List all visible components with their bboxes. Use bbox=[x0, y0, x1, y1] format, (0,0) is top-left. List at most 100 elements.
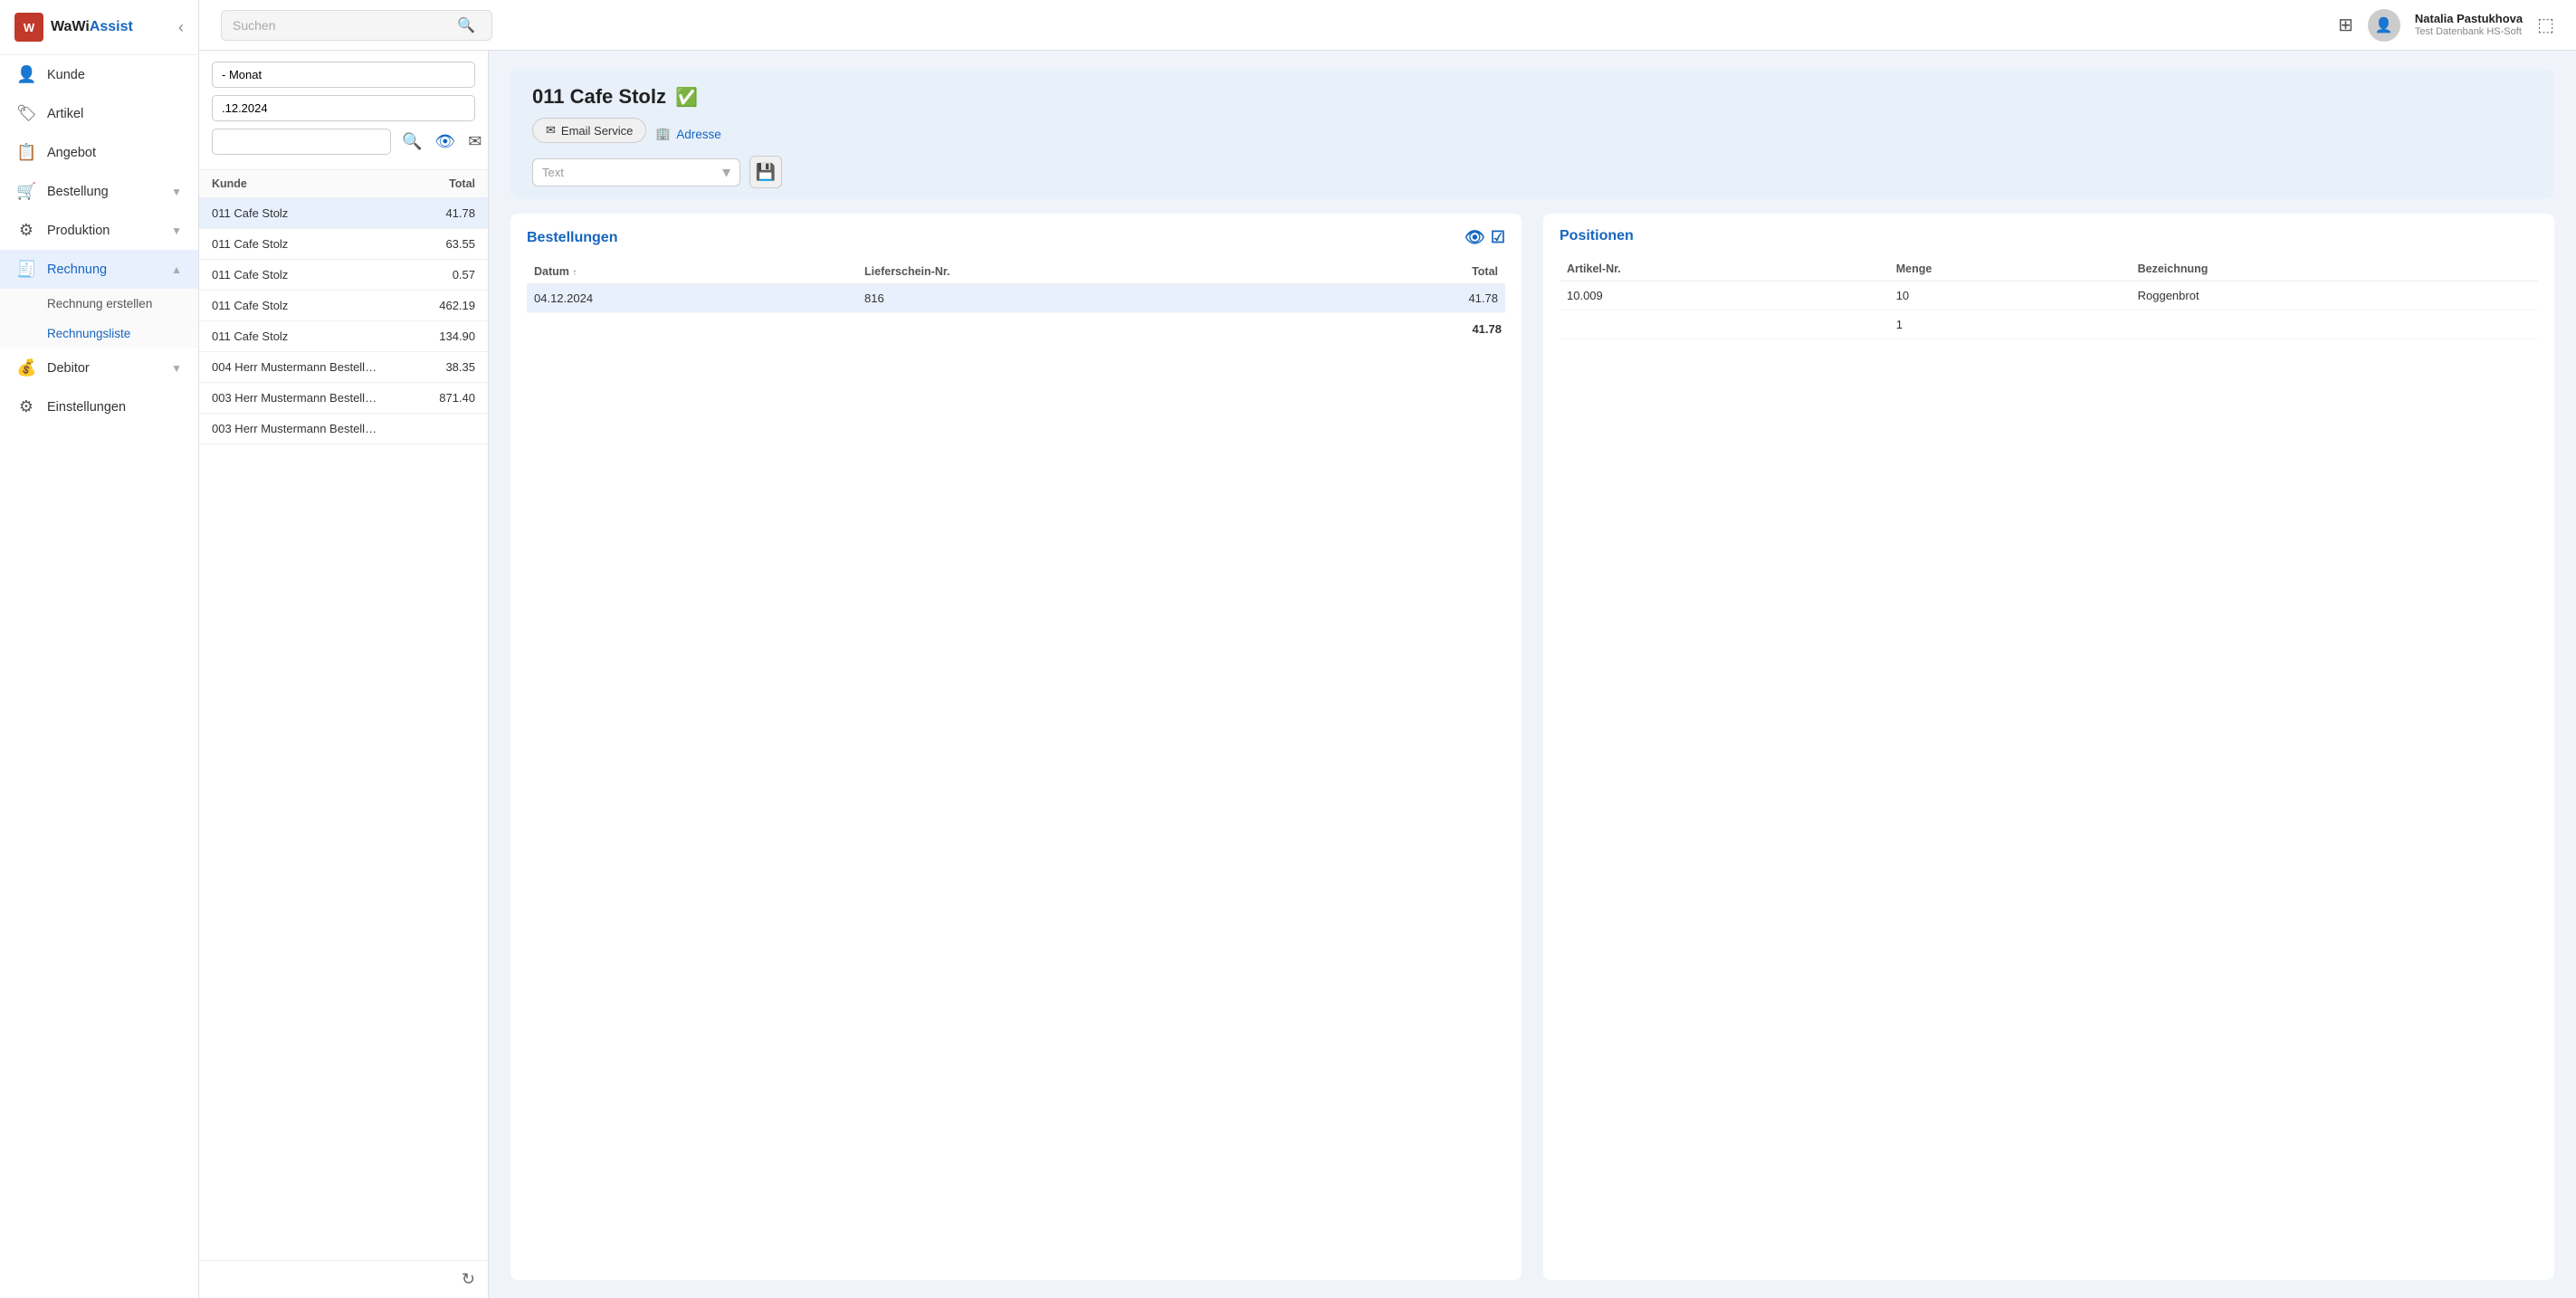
list-row[interactable]: 003 Herr Mustermann Bestell… bbox=[199, 414, 488, 444]
cell-artikel-nr: 10.009 bbox=[1560, 282, 1889, 310]
main-area: 🔍 👁 ✉ ⋮ Kunde Total 011 Cafe Stolz41.780… bbox=[199, 51, 2576, 1298]
sidebar-label-angebot: Angebot bbox=[47, 146, 96, 160]
list-row[interactable]: 004 Herr Mustermann Bestell…38.35 bbox=[199, 352, 488, 383]
cell-bezeichnung: Roggenbrot bbox=[2131, 282, 2538, 310]
cell-lieferschein: 816 bbox=[857, 284, 1307, 313]
bestellungen-footer: 41.78 bbox=[527, 322, 1505, 336]
debitor-chevron: ▼ bbox=[171, 362, 182, 375]
produktion-icon: ⚙ bbox=[16, 221, 36, 240]
rechnung-erstellen-label: Rechnung erstellen bbox=[47, 297, 152, 310]
rechnung-chevron: ▲ bbox=[171, 263, 182, 276]
filter-monat-input[interactable] bbox=[212, 62, 475, 88]
list-row-total: 871.40 bbox=[403, 391, 475, 405]
positionen-table: Artikel-Nr. Menge Bezeichnung 10.00910Ro… bbox=[1560, 257, 2538, 339]
address-link[interactable]: 🏢 Adresse bbox=[655, 127, 720, 141]
list-footer: ↻ bbox=[199, 1260, 488, 1298]
list-row[interactable]: 011 Cafe Stolz63.55 bbox=[199, 229, 488, 260]
refresh-button[interactable]: ↻ bbox=[462, 1270, 475, 1289]
list-row-kunde: 003 Herr Mustermann Bestell… bbox=[212, 391, 403, 405]
sidebar-item-bestellung[interactable]: 🛒 Bestellung ▼ bbox=[0, 172, 198, 211]
cell-menge: 1 bbox=[1889, 310, 2131, 339]
search-icon[interactable]: 🔍 bbox=[457, 16, 475, 34]
sort-arrow-datum: ↑ bbox=[572, 268, 577, 278]
einstellungen-icon: ⚙ bbox=[16, 397, 36, 416]
sidebar-item-rechnung[interactable]: 🧾 Rechnung ▲ bbox=[0, 250, 198, 289]
rechnung-submenu: Rechnung erstellen Rechnungsliste bbox=[0, 289, 198, 348]
search-input[interactable] bbox=[233, 18, 450, 33]
list-row[interactable]: 003 Herr Mustermann Bestell…871.40 bbox=[199, 383, 488, 414]
list-row-total: 0.57 bbox=[403, 268, 475, 282]
bestellungen-view-icon[interactable]: 👁 bbox=[1465, 228, 1485, 247]
sidebar-item-rechnung-erstellen[interactable]: Rechnung erstellen bbox=[0, 289, 198, 319]
save-icon: 💾 bbox=[756, 163, 776, 182]
list-row-kunde: 011 Cafe Stolz bbox=[212, 268, 403, 282]
bestellung-chevron: ▼ bbox=[171, 186, 182, 198]
address-icon: 🏢 bbox=[655, 127, 671, 141]
list-row-kunde: 011 Cafe Stolz bbox=[212, 299, 403, 312]
list-row-kunde: 011 Cafe Stolz bbox=[212, 237, 403, 251]
positionen-section: Positionen Artikel-Nr. Menge Bezeichnung… bbox=[1543, 214, 2554, 1280]
filter-actions: 🔍 👁 ✉ ⋮ bbox=[398, 129, 489, 155]
sidebar-item-debitor[interactable]: 💰 Debitor ▼ bbox=[0, 348, 198, 387]
list-row[interactable]: 011 Cafe Stolz41.78 bbox=[199, 198, 488, 229]
sidebar-item-einstellungen[interactable]: ⚙ Einstellungen bbox=[0, 387, 198, 426]
topbar: 🔍 ⊞ 👤 Natalia Pastukhova Test Datenbank … bbox=[199, 0, 2576, 51]
th-artikel-nr: Artikel-Nr. bbox=[1560, 257, 1889, 282]
cell-menge: 10 bbox=[1889, 282, 2131, 310]
bestellungen-table: Datum ↑ Lieferschein-Nr. Total 04.12.202… bbox=[527, 260, 1505, 313]
customer-name-heading: 011 Cafe Stolz bbox=[532, 85, 666, 109]
bestellungen-check-icon[interactable]: ☑ bbox=[1491, 228, 1505, 247]
detail-title: 011 Cafe Stolz ✅ bbox=[532, 85, 2533, 109]
sidebar-collapse-button[interactable]: ‹ bbox=[178, 18, 184, 37]
search-filter-button[interactable]: 🔍 bbox=[398, 129, 425, 155]
bestellung-icon: 🛒 bbox=[16, 182, 36, 201]
header-total: Total bbox=[403, 177, 475, 190]
bestellungen-total: 41.78 bbox=[1472, 322, 1502, 336]
list-panel: 🔍 👁 ✉ ⋮ Kunde Total 011 Cafe Stolz41.780… bbox=[199, 51, 489, 1298]
text-dropdown-arrow[interactable]: ▾ bbox=[717, 163, 736, 182]
verify-icon: ✅ bbox=[675, 86, 698, 109]
sidebar-logo: W WaWiAssist ‹ bbox=[0, 0, 198, 55]
list-row[interactable]: 011 Cafe Stolz134.90 bbox=[199, 321, 488, 352]
grid-apps-icon[interactable]: ⊞ bbox=[2338, 14, 2353, 36]
list-row[interactable]: 011 Cafe Stolz462.19 bbox=[199, 291, 488, 321]
bestellungen-section: Bestellungen 👁 ☑ Datum ↑ Lieferschein-Nr… bbox=[510, 214, 1522, 1280]
sections-row: Bestellungen 👁 ☑ Datum ↑ Lieferschein-Nr… bbox=[510, 214, 2554, 1280]
text-row: Text ▾ 💾 bbox=[532, 156, 2533, 188]
cell-total: 41.78 bbox=[1307, 284, 1505, 313]
avatar: 👤 bbox=[2368, 9, 2400, 42]
visibility-filter-button[interactable]: 👁 bbox=[431, 129, 459, 155]
save-text-button[interactable]: 💾 bbox=[749, 156, 782, 188]
positionen-label: Positionen bbox=[1560, 228, 1634, 244]
th-bezeichnung: Bezeichnung bbox=[2131, 257, 2538, 282]
sidebar-label-kunde: Kunde bbox=[47, 68, 85, 82]
sidebar-item-angebot[interactable]: 📋 Angebot bbox=[0, 133, 198, 172]
email-filter-button[interactable]: ✉ bbox=[464, 129, 485, 155]
cell-bezeichnung bbox=[2131, 310, 2538, 339]
filter-date-input[interactable] bbox=[212, 95, 475, 121]
sidebar-label-bestellung: Bestellung bbox=[47, 185, 109, 199]
search-box[interactable]: 🔍 bbox=[221, 10, 492, 41]
filter-row-search: 🔍 👁 ✉ ⋮ bbox=[212, 129, 475, 155]
sidebar-item-rechnungsliste[interactable]: Rechnungsliste bbox=[0, 319, 198, 348]
list-row[interactable]: 011 Cafe Stolz0.57 bbox=[199, 260, 488, 291]
th-total: Total bbox=[1307, 260, 1505, 284]
sidebar-item-kunde[interactable]: 👤 Kunde bbox=[0, 55, 198, 94]
bestellungen-actions: 👁 ☑ bbox=[1465, 228, 1505, 247]
sidebar-item-artikel[interactable]: 🏷 Artikel bbox=[0, 94, 198, 133]
logout-button[interactable]: ⬚ bbox=[2537, 14, 2554, 36]
filter-search-input[interactable] bbox=[212, 129, 391, 155]
address-label: Adresse bbox=[676, 128, 721, 141]
sidebar-item-produktion[interactable]: ⚙ Produktion ▼ bbox=[0, 211, 198, 250]
table-row[interactable]: 04.12.202481641.78 bbox=[527, 284, 1505, 313]
email-service-button[interactable]: ✉ Email Service bbox=[532, 118, 646, 143]
app-name: WaWiAssist bbox=[51, 19, 133, 35]
positionen-table-body: 10.00910Roggenbrot1 bbox=[1560, 282, 2538, 339]
topbar-right: ⊞ 👤 Natalia Pastukhova Test Datenbank HS… bbox=[2338, 9, 2554, 42]
table-row[interactable]: 10.00910Roggenbrot bbox=[1560, 282, 2538, 310]
list-row-kunde: 004 Herr Mustermann Bestell… bbox=[212, 360, 403, 374]
table-row[interactable]: 1 bbox=[1560, 310, 2538, 339]
list-row-kunde: 011 Cafe Stolz bbox=[212, 329, 403, 343]
positionen-title: Positionen bbox=[1560, 228, 2538, 244]
sidebar-label-debitor: Debitor bbox=[47, 361, 90, 376]
